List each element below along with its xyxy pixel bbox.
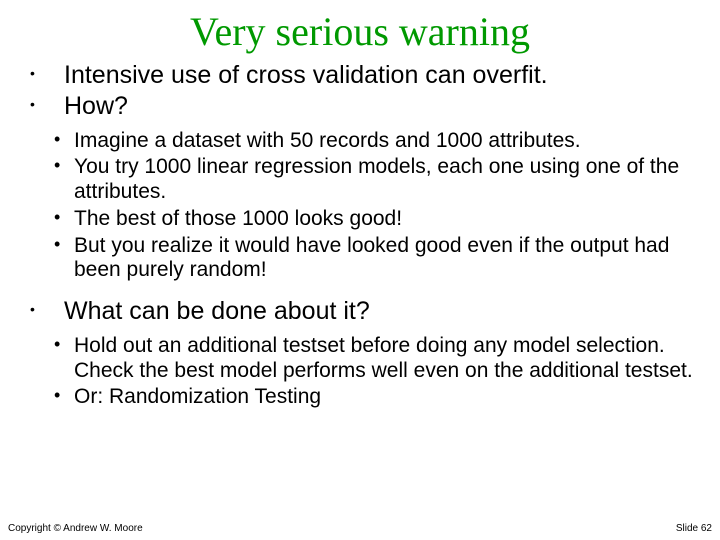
- sub-bullet-list-1: Imagine a dataset with 50 records and 10…: [0, 129, 720, 284]
- sub-bullet-list-2: Hold out an additional testset before do…: [0, 334, 720, 410]
- slide-title: Very serious warning: [0, 0, 720, 59]
- sub-bullet-item: You try 1000 linear regression models, e…: [60, 155, 710, 205]
- sub-bullet-item: Hold out an additional testset before do…: [60, 334, 710, 384]
- bullet-item: How?: [48, 92, 700, 121]
- sub-bullet-item: Imagine a dataset with 50 records and 10…: [60, 129, 710, 154]
- top-bullet-list-2: What can be done about it?: [0, 297, 720, 326]
- top-bullet-list: Intensive use of cross validation can ov…: [0, 61, 720, 121]
- sub-bullet-item: Or: Randomization Testing: [60, 385, 710, 410]
- footer-slide-number: Slide 62: [676, 523, 712, 534]
- sub-bullet-item: The best of those 1000 looks good!: [60, 207, 710, 232]
- slide: Very serious warning Intensive use of cr…: [0, 0, 720, 540]
- footer-copyright: Copyright © Andrew W. Moore: [8, 523, 143, 534]
- bullet-item: What can be done about it?: [48, 297, 700, 326]
- bullet-item: Intensive use of cross validation can ov…: [48, 61, 700, 90]
- sub-bullet-item: But you realize it would have looked goo…: [60, 234, 710, 284]
